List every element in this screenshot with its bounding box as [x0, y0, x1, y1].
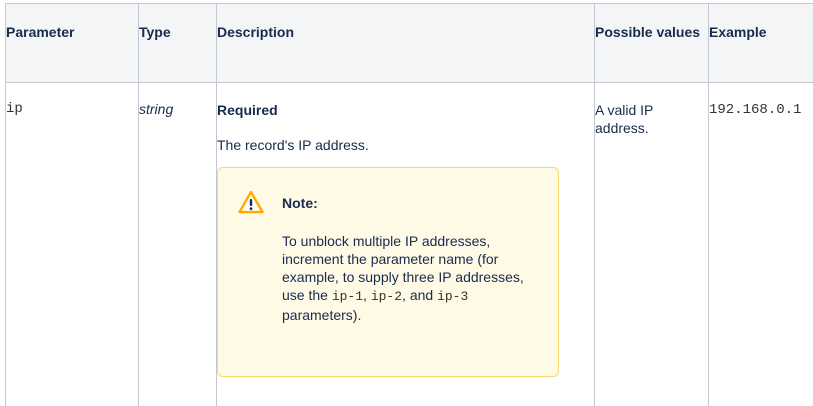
header-parameter: Parameter [5, 3, 139, 83]
header-description: Description [216, 3, 595, 83]
parameter-table: Parameter Type Description Possible valu… [5, 3, 813, 406]
note-panel: Note: To unblock multiple IP addresses, … [217, 167, 559, 377]
note-separator-1: , [363, 287, 371, 303]
note-text-suffix: parameters). [282, 307, 362, 323]
note-title: Note: [282, 195, 318, 211]
note-body: To unblock multiple IP addresses, increm… [282, 232, 542, 324]
cell-parameter: ip [5, 82, 139, 406]
record-description: The record's IP address. [217, 137, 369, 153]
cell-type: string [138, 82, 217, 406]
table-header-row: Parameter Type Description Possible valu… [5, 3, 813, 83]
cell-description: Required The record's IP address. Note: … [216, 82, 595, 406]
cell-example: 192.168.0.1 [708, 82, 813, 406]
code-ip-2: ip-2 [370, 289, 403, 304]
code-ip-1: ip-1 [331, 289, 364, 304]
header-possible-values: Possible values [594, 3, 709, 83]
note-separator-2: , and [402, 287, 438, 303]
header-type: Type [138, 3, 217, 83]
header-example: Example [708, 3, 813, 83]
required-label: Required [217, 102, 278, 118]
cell-possible-values: A valid IP address. [594, 82, 709, 406]
table-row: ip string Required The record's IP addre… [5, 82, 813, 406]
warning-icon [238, 190, 264, 214]
parameter-table-view: Parameter Type Description Possible valu… [0, 0, 813, 406]
code-ip-3: ip-3 [437, 289, 469, 304]
